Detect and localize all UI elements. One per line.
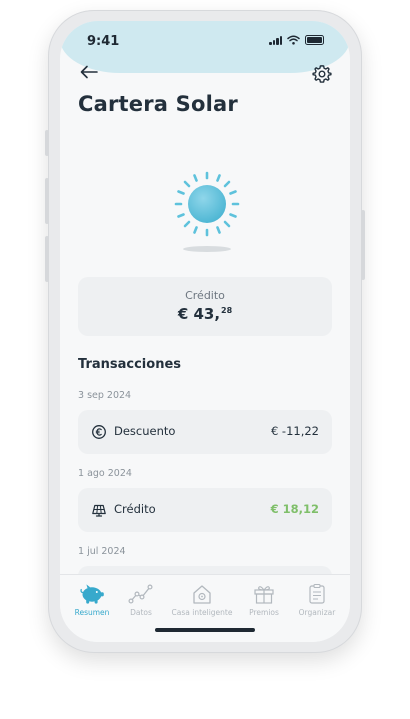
transaction-label: Crédito [114,502,156,516]
clipboard-icon [309,583,325,604]
line-chart-icon [128,584,153,604]
smart-home-icon [193,585,211,604]
status-time: 9:41 [87,34,120,49]
phone-volume-up-button [45,178,49,224]
phone-volume-down-button [45,236,49,282]
credit-amount: € 43,28 [78,305,332,323]
transaction-date: 3 sep 2024 [78,390,132,401]
transaction-row[interactable]: Crédito € 18,12 [78,488,332,532]
transaction-date: 1 jul 2024 [78,546,126,557]
sun-illustration [173,170,241,254]
transaction-label: Descuento [114,424,176,438]
nav-item-datos[interactable]: Datos [126,583,156,617]
gift-icon [254,586,274,604]
nav-item-resumen[interactable]: Resumen [72,583,112,617]
nav-label: Resumen [74,608,110,617]
credit-label: Crédito [185,289,225,302]
transaction-amount: € 18,12 [270,502,319,516]
phone-side-button [45,130,49,156]
transaction-date: 1 ago 2024 [78,468,132,479]
gear-icon[interactable] [312,64,332,84]
signal-icon [269,35,282,45]
nav-label: Datos [130,608,152,617]
credit-amount-cents: 28 [221,306,233,315]
nav-label: Premios [249,608,279,617]
solar-panel-icon [92,504,106,517]
transactions-title: Transacciones [78,357,181,372]
app-screen: 9:41 Cartera Solar Crédito € 43,28 Trans… [60,21,350,642]
piggy-bank-icon [80,584,104,604]
transaction-row[interactable]: Descuento € -11,22 [78,410,332,454]
nav-label: Organizar [298,608,336,617]
arrow-left-icon[interactable] [78,63,100,81]
euro-circle-icon [92,425,106,439]
transaction-amount: € -11,22 [270,424,319,438]
phone-power-button [361,210,365,280]
credit-card: Crédito € 43,28 [78,277,332,336]
nav-item-premios[interactable]: Premios [246,583,282,617]
home-indicator[interactable] [155,628,255,632]
page-title: Cartera Solar [78,92,238,116]
nav-item-organizar[interactable]: Organizar [294,583,340,617]
nav-item-casa-inteligente[interactable]: Casa inteligente [170,583,234,617]
wifi-icon [287,35,300,45]
credit-amount-main: € 43, [177,305,221,323]
nav-label: Casa inteligente [171,608,233,617]
battery-icon [305,35,324,45]
status-icons [269,35,324,45]
